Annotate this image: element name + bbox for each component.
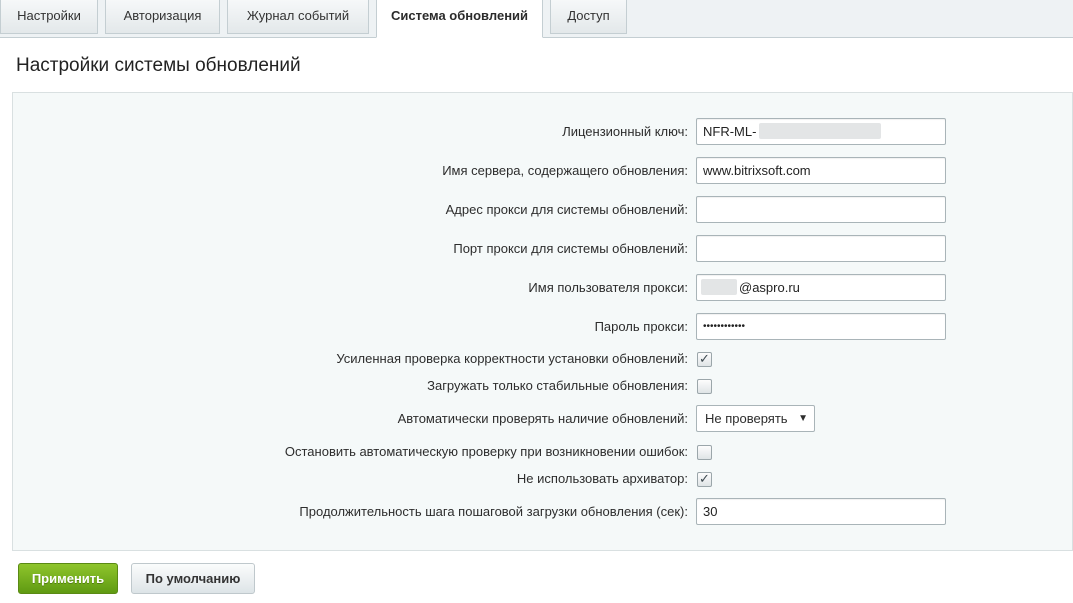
server-name-input[interactable]: www.bitrixsoft.com: [696, 157, 946, 184]
row-stop-on-error: Остановить автоматическую проверку при в…: [13, 438, 1073, 466]
row-proxy-password: Пароль прокси: ••••••••••••: [13, 313, 1073, 341]
page-title: Настройки системы обновлений: [16, 55, 301, 76]
license-key-input[interactable]: NFR-ML-: [696, 118, 946, 145]
proxy-user-label: Имя пользователя прокси:: [528, 280, 688, 295]
stable-only-label: Загружать только стабильные обновления:: [427, 378, 688, 393]
no-archiver-label: Не использовать архиватор:: [516, 471, 688, 486]
tab-bar: Настройки Авторизация Журнал событий Сис…: [0, 0, 1073, 38]
proxy-address-input[interactable]: [696, 196, 946, 223]
proxy-port-label: Порт прокси для системы обновлений:: [453, 241, 688, 256]
row-license-key: Лицензионный ключ: NFR-ML-: [13, 118, 1073, 146]
proxy-user-value: @aspro.ru: [739, 280, 800, 295]
row-stable-only: Загружать только стабильные обновления:: [13, 372, 1073, 400]
license-key-value: NFR-ML-: [703, 124, 757, 139]
tab-access[interactable]: Доступ: [550, 0, 627, 34]
server-name-label: Имя сервера, содержащего обновления:: [442, 163, 688, 178]
tab-update-system[interactable]: Система обновлений: [376, 0, 543, 38]
proxy-address-label: Адрес прокси для системы обновлений:: [445, 202, 688, 217]
row-proxy-port: Порт прокси для системы обновлений:: [13, 235, 1073, 263]
stop-on-error-checkbox[interactable]: [697, 445, 712, 460]
check-icon: ✓: [699, 471, 710, 486]
tab-authorization[interactable]: Авторизация: [105, 0, 220, 34]
row-step-duration: Продолжительность шага пошаговой загрузк…: [13, 498, 1073, 526]
redacted-user-blur: [701, 279, 737, 295]
no-archiver-checkbox[interactable]: ✓: [697, 471, 712, 487]
redacted-license-blur: [759, 123, 881, 139]
proxy-user-input[interactable]: @aspro.ru: [696, 274, 946, 301]
proxy-password-input[interactable]: ••••••••••••: [696, 313, 946, 340]
row-auto-check: Автоматически проверять наличие обновлен…: [13, 405, 1073, 433]
stable-only-checkbox[interactable]: [697, 379, 712, 394]
tab-settings[interactable]: Настройки: [0, 0, 98, 34]
row-proxy-address: Адрес прокси для системы обновлений:: [13, 196, 1073, 224]
strict-check-checkbox[interactable]: ✓: [697, 351, 712, 367]
row-strict-check: Усиленная проверка корректности установк…: [13, 345, 1073, 373]
step-duration-input[interactable]: 30: [696, 498, 946, 525]
proxy-port-input[interactable]: [696, 235, 946, 262]
check-icon: ✓: [699, 351, 710, 366]
row-no-archiver: Не использовать архиватор: ✓: [13, 465, 1073, 493]
strict-check-label: Усиленная проверка корректности установк…: [336, 351, 688, 366]
row-proxy-user: Имя пользователя прокси: @aspro.ru: [13, 274, 1073, 302]
proxy-password-label: Пароль прокси:: [594, 319, 688, 334]
apply-button[interactable]: Применить: [18, 563, 118, 594]
stop-on-error-label: Остановить автоматическую проверку при в…: [284, 444, 688, 459]
auto-check-select[interactable]: Не проверять ▼: [696, 405, 815, 432]
default-button[interactable]: По умолчанию: [131, 563, 255, 594]
step-duration-label: Продолжительность шага пошаговой загрузк…: [299, 504, 688, 519]
row-server-name: Имя сервера, содержащего обновления: www…: [13, 157, 1073, 185]
triangle-down-icon: ▼: [798, 413, 808, 424]
settings-panel: Лицензионный ключ: NFR-ML- Имя сервера, …: [12, 92, 1073, 551]
license-key-label: Лицензионный ключ:: [562, 124, 688, 139]
tab-event-log[interactable]: Журнал событий: [227, 0, 369, 34]
auto-check-value: Не проверять: [705, 411, 788, 426]
auto-check-label: Автоматически проверять наличие обновлен…: [397, 411, 688, 426]
